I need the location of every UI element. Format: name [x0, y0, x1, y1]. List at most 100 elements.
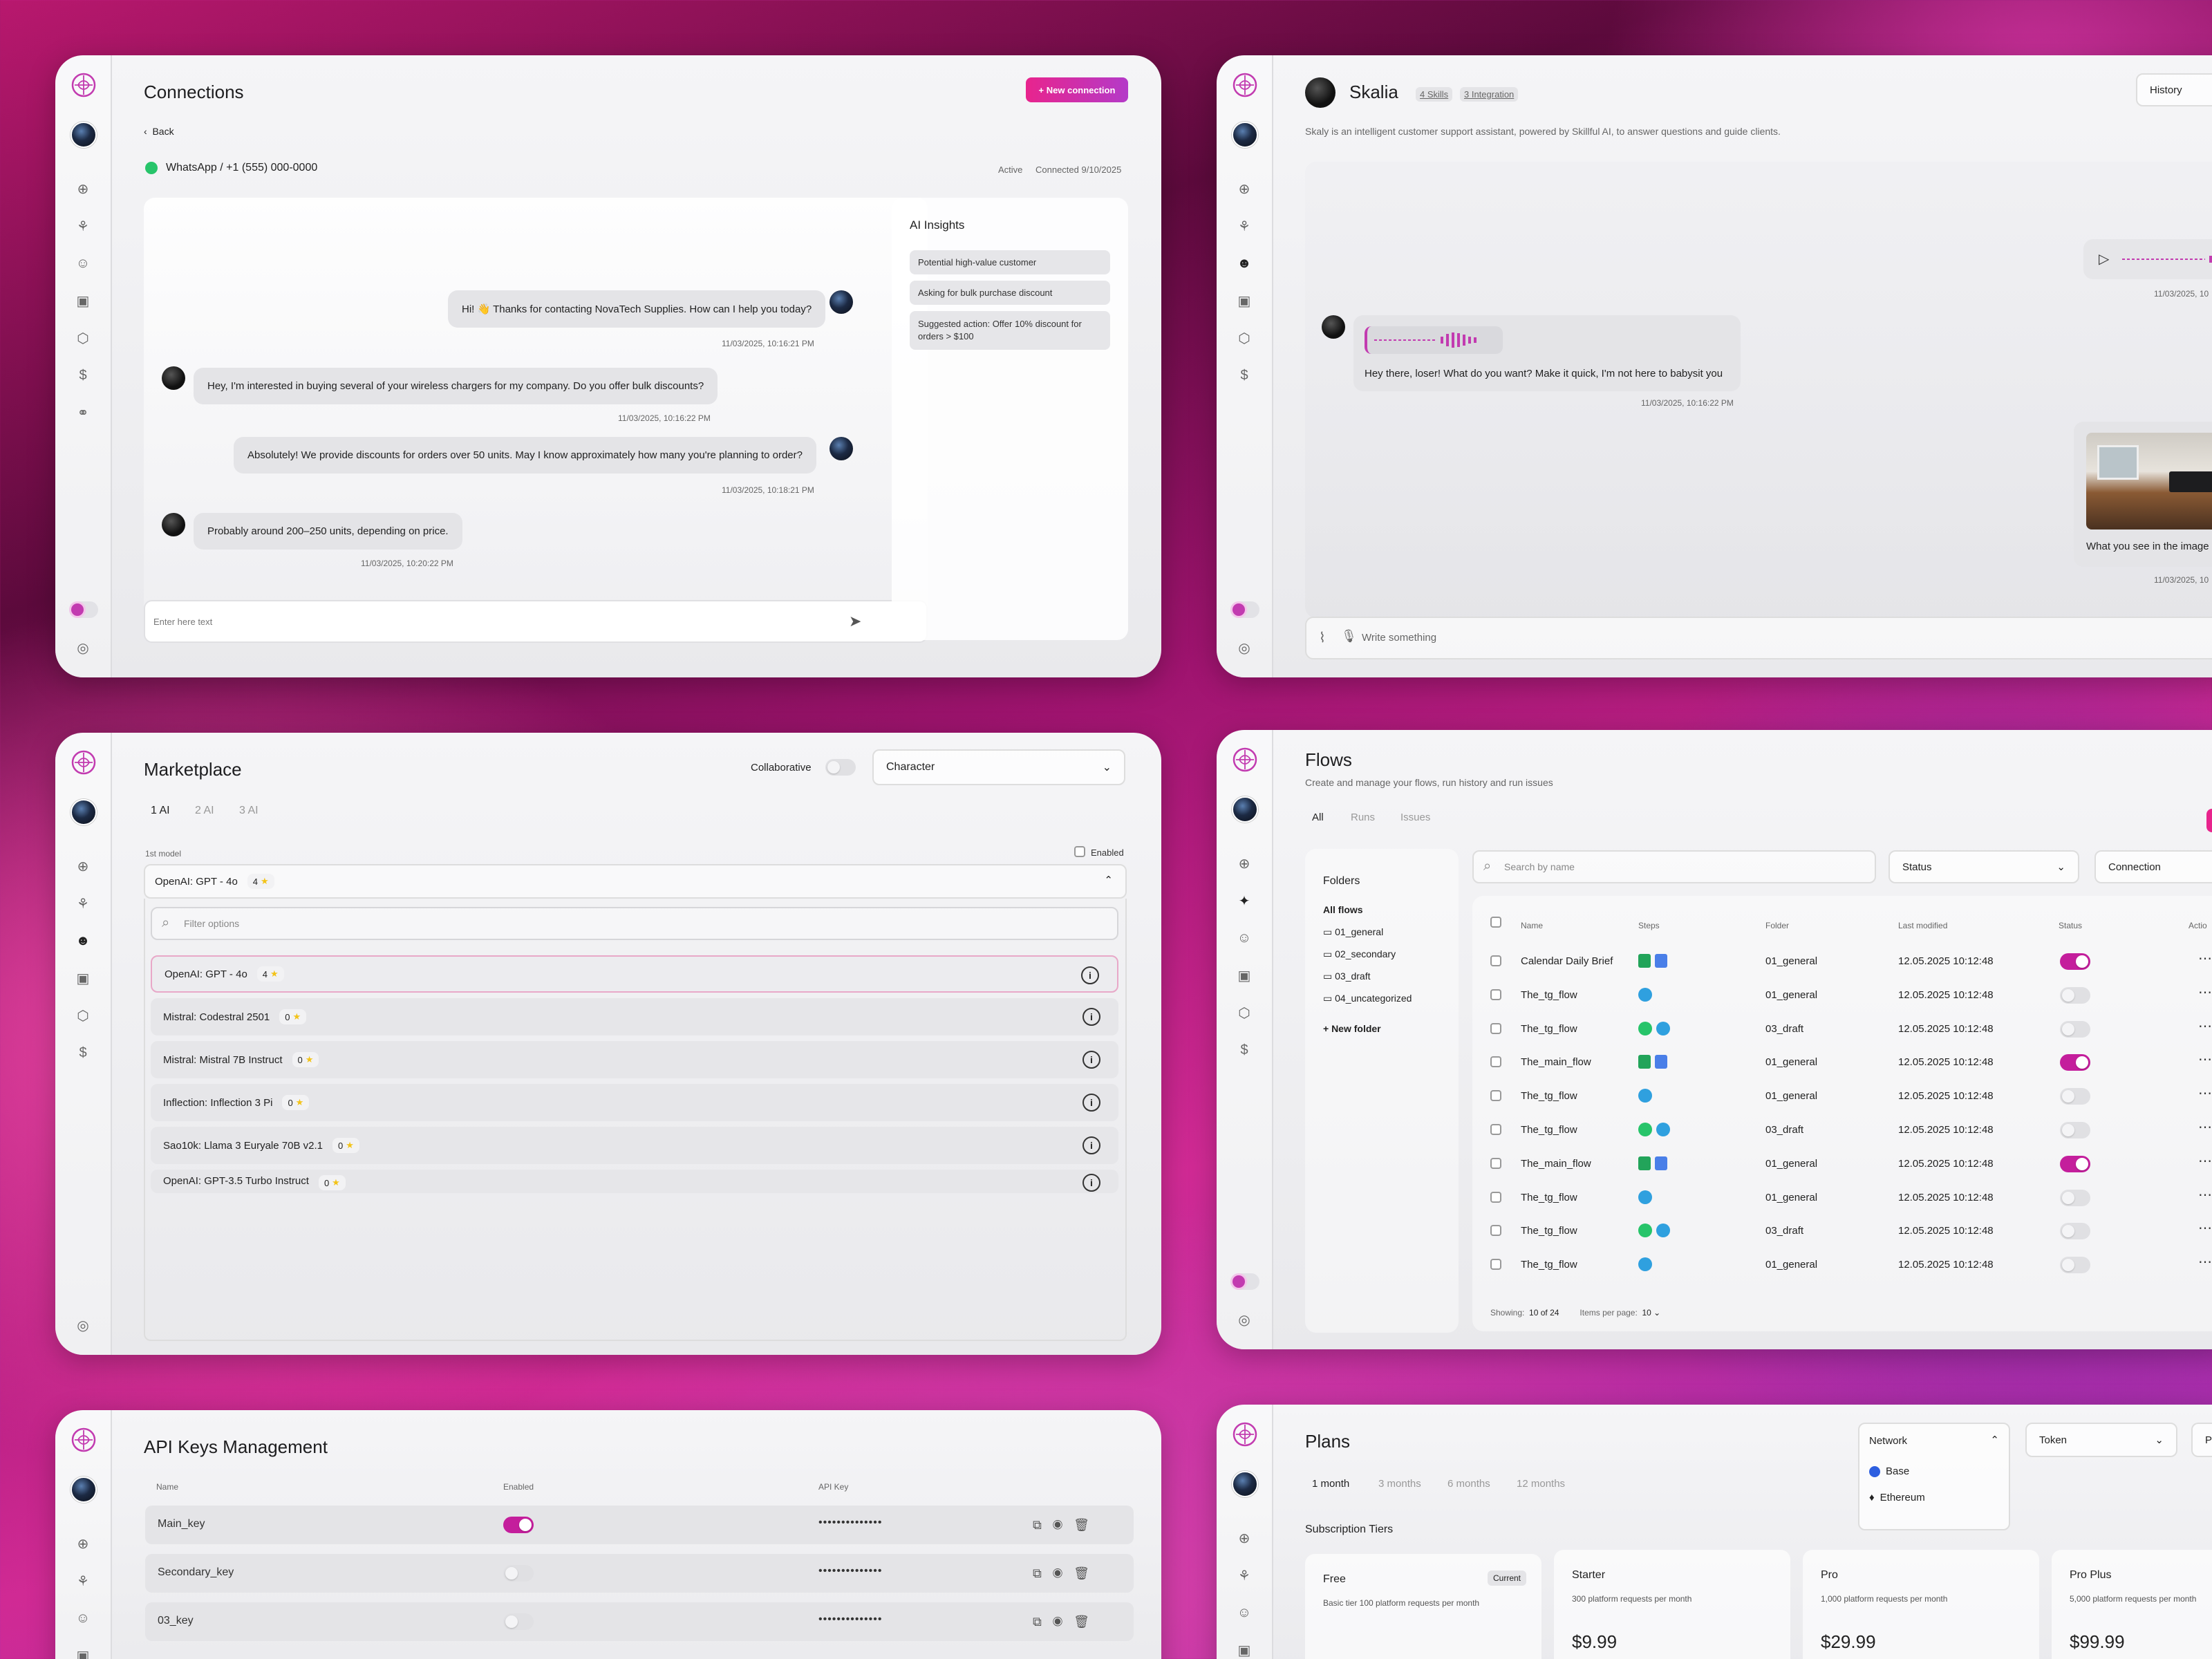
table-row[interactable]: The_tg_flow 01_general 12.05.2025 10:12:48…	[1472, 980, 2212, 1011]
add-icon[interactable]: ⊕	[73, 178, 93, 199]
theme-toggle[interactable]	[69, 601, 98, 618]
enabled-toggle[interactable]	[503, 1565, 534, 1582]
all-flows-item[interactable]: All flows	[1323, 904, 1363, 915]
nft-icon[interactable]: ⬡	[1234, 328, 1255, 348]
history-button[interactable]: History	[2136, 73, 2212, 106]
tab-3-ai[interactable]: 3 AI	[239, 805, 259, 817]
tab-issues[interactable]: Issues	[1400, 812, 1430, 823]
trash-icon[interactable]: 🗑	[1074, 1518, 1100, 1532]
brain-logo-icon[interactable]	[71, 72, 97, 98]
network-option-base[interactable]: Base	[1869, 1465, 1909, 1478]
folder-item[interactable]: ▭ 01_general	[1323, 926, 1383, 938]
filter-input[interactable]: ⌕ Filter options	[151, 907, 1118, 940]
more-actions-icon[interactable]: ⋯	[2198, 1018, 2212, 1035]
wallet-icon[interactable]: ▣	[1234, 290, 1255, 311]
agents-icon[interactable]: ☺	[73, 1608, 93, 1629]
add-flow-button[interactable]	[2206, 809, 2212, 832]
row-checkbox[interactable]	[1490, 989, 1501, 1000]
add-icon[interactable]: ⊕	[73, 856, 93, 877]
table-row[interactable]: Calendar Daily Brief 01_general 12.05.2025…	[1472, 946, 2212, 977]
row-checkbox[interactable]	[1490, 1023, 1501, 1034]
flows-icon[interactable]: ⚘	[73, 216, 93, 236]
table-row[interactable]: The_main_flow 01_general 12.05.2025 10:12:…	[1472, 1148, 2212, 1180]
table-row[interactable]: The_tg_flow 03_draft 12.05.2025 10:12:48 ⋯	[1472, 1215, 2212, 1247]
nft-icon[interactable]: ⬡	[1234, 1002, 1255, 1023]
nft-icon[interactable]: ⬡	[73, 328, 93, 348]
agents-icon[interactable]: ☻	[73, 930, 93, 951]
brain-logo-icon[interactable]	[71, 749, 97, 776]
trash-icon[interactable]: 🗑	[1074, 1615, 1100, 1629]
flows-icon[interactable]: ⚘	[73, 1571, 93, 1591]
voice-message[interactable]: ▷	[2083, 239, 2212, 279]
more-actions-icon[interactable]: ⋯	[2198, 1152, 2212, 1170]
more-actions-icon[interactable]: ⋯	[2198, 1253, 2212, 1271]
voice-message[interactable]	[1365, 326, 1503, 354]
status-toggle[interactable]	[2060, 987, 2090, 1004]
more-actions-icon[interactable]: ⋯	[2198, 1051, 2212, 1068]
add-icon[interactable]: ⊕	[73, 1533, 93, 1554]
table-row[interactable]: Secondary_key •••••••••••••• ⧉◉🗑	[145, 1554, 1134, 1593]
new-connection-button[interactable]: + New connection	[1026, 77, 1128, 102]
status-toggle[interactable]	[2060, 1122, 2090, 1138]
status-toggle[interactable]	[2060, 953, 2090, 970]
model-option[interactable]: OpenAI: GPT-3.5 Turbo Instruct 0 ★ i	[151, 1170, 1118, 1193]
table-row[interactable]: The_tg_flow 03_draft 12.05.2025 10:12:48 ⋯	[1472, 1114, 2212, 1146]
row-checkbox[interactable]	[1490, 1158, 1501, 1169]
copy-icon[interactable]: ⧉	[1033, 1518, 1053, 1532]
eye-icon[interactable]: ◉	[1053, 1566, 1074, 1580]
table-row[interactable]: The_tg_flow 01_general 12.05.2025 10:12:48…	[1472, 1080, 2212, 1112]
more-actions-icon[interactable]: ⋯	[2198, 984, 2212, 1001]
flows-icon[interactable]: ⚘	[73, 893, 93, 914]
tab-1-ai[interactable]: 1 AI	[151, 805, 170, 817]
tier-card-starter[interactable]: Starter 300 platform requests per month …	[1554, 1550, 1790, 1659]
settings-icon[interactable]: ◎	[1234, 637, 1255, 658]
nft-icon[interactable]: ⬡	[73, 1005, 93, 1026]
tab-6-months[interactable]: 6 months	[1447, 1478, 1490, 1490]
dollar-icon[interactable]: $	[1234, 1040, 1255, 1060]
row-checkbox[interactable]	[1490, 1259, 1501, 1270]
table-row[interactable]: The_tg_flow 01_general 12.05.2025 10:12:48…	[1472, 1182, 2212, 1214]
user-avatar[interactable]	[71, 1477, 97, 1503]
more-actions-icon[interactable]: ⋯	[2198, 1219, 2212, 1237]
user-avatar[interactable]	[1232, 796, 1258, 823]
agents-icon[interactable]: ☺	[1234, 928, 1255, 948]
brain-logo-icon[interactable]	[71, 1427, 97, 1453]
model-option[interactable]: Sao10k: Llama 3 Euryale 70B v2.1 0 ★ i	[151, 1127, 1118, 1164]
tab-1-month[interactable]: 1 month	[1312, 1478, 1349, 1490]
table-row[interactable]: 03_key •••••••••••••• ⧉◉🗑	[145, 1602, 1134, 1641]
sparkle-icon[interactable]: ✦	[1234, 890, 1255, 911]
status-toggle[interactable]	[2060, 1223, 2090, 1239]
token-select[interactable]: Token ⌄	[2025, 1423, 2177, 1457]
info-icon[interactable]: i	[1082, 1008, 1100, 1026]
more-actions-icon[interactable]: ⋯	[2198, 1085, 2212, 1102]
settings-icon[interactable]: ◎	[73, 637, 93, 658]
link-icon[interactable]: ⚭	[73, 402, 93, 423]
back-link[interactable]: ‹ Back	[144, 126, 174, 137]
model-option[interactable]: Mistral: Mistral 7B Instruct 0 ★ i	[151, 1041, 1118, 1078]
add-icon[interactable]: ⊕	[1234, 853, 1255, 874]
skills-badge[interactable]: 4 Skills	[1416, 87, 1453, 102]
status-toggle[interactable]	[2060, 1190, 2090, 1206]
message-input[interactable]	[1305, 617, 2212, 659]
wallet-icon[interactable]: ▣	[73, 1645, 93, 1659]
brain-logo-icon[interactable]	[1232, 72, 1258, 98]
model-select[interactable]: OpenAI: GPT - 4o 4 ★ ⌃	[144, 864, 1127, 899]
flows-icon[interactable]: ⚘	[1234, 216, 1255, 236]
send-icon[interactable]: ➤	[849, 612, 861, 630]
user-avatar[interactable]	[1232, 122, 1258, 148]
tab-2-ai[interactable]: 2 AI	[195, 805, 214, 817]
table-row[interactable]: The_tg_flow 01_general 12.05.2025 10:12:48…	[1472, 1249, 2212, 1281]
image-message[interactable]: What you see in the image	[2074, 422, 2212, 567]
per-page-select[interactable]: 10 ⌄	[1642, 1308, 1660, 1318]
copy-icon[interactable]: ⧉	[1033, 1615, 1053, 1629]
status-toggle[interactable]	[2060, 1257, 2090, 1273]
info-icon[interactable]: i	[1082, 1136, 1100, 1154]
tier-card-free[interactable]: Free Current Basic tier 100 platform req…	[1305, 1554, 1541, 1659]
integration-badge[interactable]: 3 Integration	[1460, 87, 1519, 102]
attach-icon[interactable]: ⌇	[1319, 629, 1326, 646]
table-row[interactable]: Main_key •••••••••••••• ⧉◉🗑	[145, 1506, 1134, 1544]
message-input[interactable]	[144, 600, 928, 643]
agents-icon[interactable]: ☺	[1234, 1602, 1255, 1623]
collaborative-toggle[interactable]	[825, 759, 856, 776]
connection-filter[interactable]: Connection	[2094, 850, 2212, 883]
